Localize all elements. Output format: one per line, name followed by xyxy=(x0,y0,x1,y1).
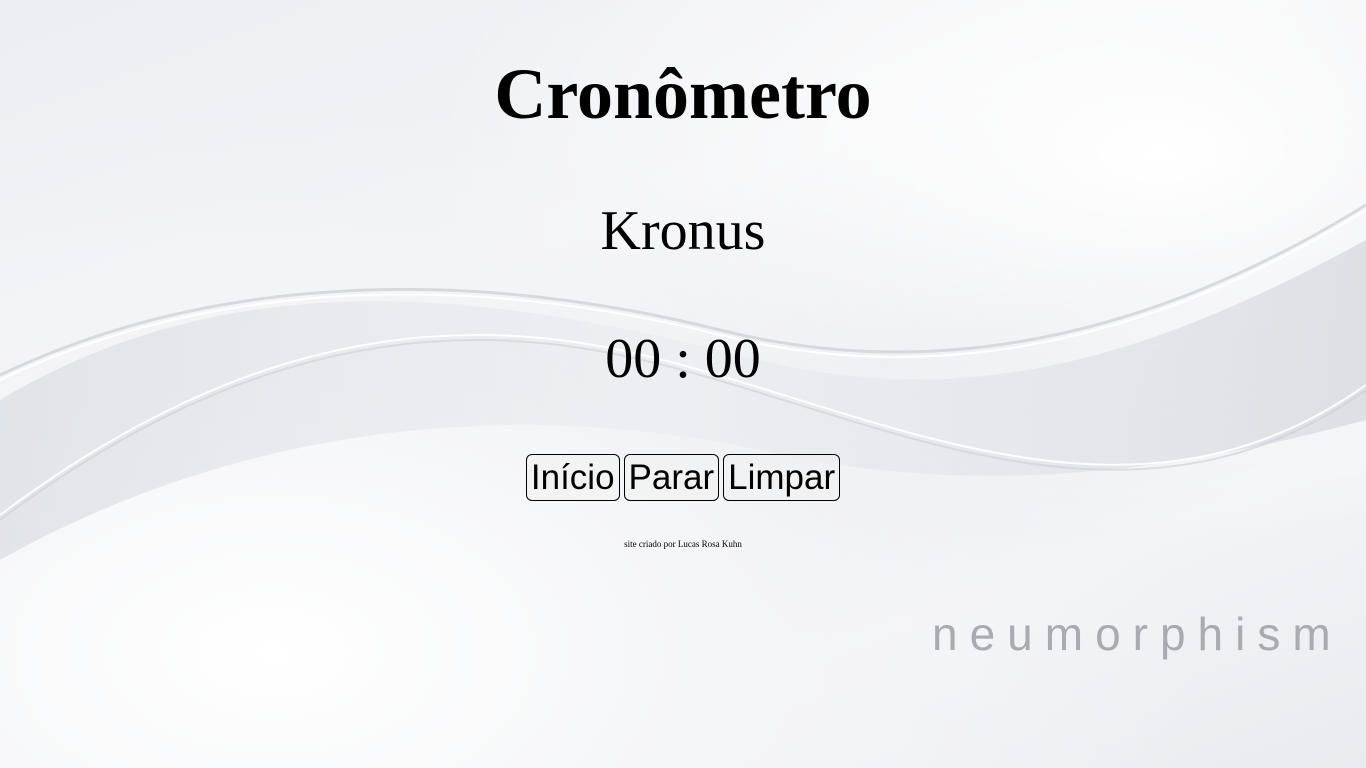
start-button[interactable]: Início xyxy=(525,454,620,501)
control-buttons: Início Parar Limpar xyxy=(0,454,1366,501)
background-brand-text: neumorphism xyxy=(932,608,1343,660)
timer-display: 00 : 00 xyxy=(605,328,761,390)
credit-text: site criado por Lucas Rosa Kuhn xyxy=(624,539,742,549)
page-title: Cronômetro xyxy=(494,54,872,134)
clear-button[interactable]: Limpar xyxy=(723,454,841,501)
page-subtitle: Kronus xyxy=(600,200,766,262)
stop-button[interactable]: Parar xyxy=(623,454,720,501)
